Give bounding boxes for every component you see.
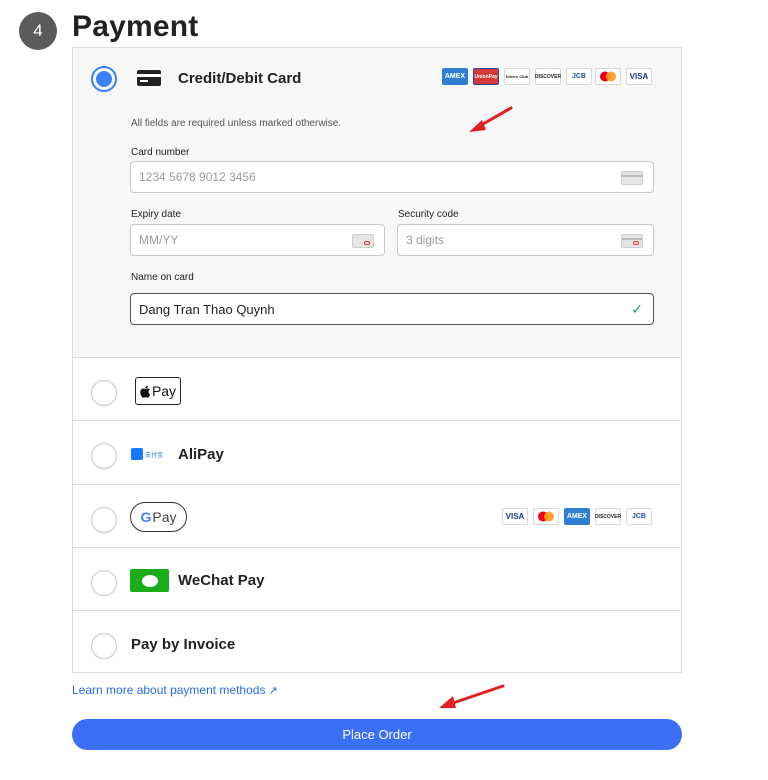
- wechat-pay-label: WeChat Pay: [178, 572, 265, 589]
- alipay-icon: [131, 448, 143, 460]
- security-code-card-icon: [621, 234, 643, 248]
- place-order-button[interactable]: Place Order: [72, 719, 682, 750]
- payment-methods-panel: Credit/Debit Card AMEX UnionPay Diners C…: [72, 47, 682, 673]
- alipay-label: AliPay: [178, 446, 224, 463]
- radio-pay-by-invoice[interactable]: [91, 633, 117, 659]
- expiry-date-label: Expiry date: [131, 209, 182, 220]
- radio-alipay[interactable]: [91, 443, 117, 469]
- security-code-input[interactable]: [398, 225, 653, 255]
- radio-credit-card[interactable]: [91, 66, 117, 92]
- learn-more-payment-methods-link[interactable]: Learn more about payment methods ↗: [72, 683, 278, 697]
- external-link-icon: ↗: [268, 685, 278, 697]
- step-number-badge: 4: [19, 12, 57, 50]
- security-code-label: Security code: [398, 209, 459, 220]
- credit-card-section: Credit/Debit Card AMEX UnionPay Diners C…: [73, 48, 681, 358]
- name-on-card-label: Name on card: [131, 272, 194, 283]
- alipay-logo: 支付宝: [131, 446, 167, 462]
- google-pay-text: Pay: [152, 509, 177, 525]
- divider: [73, 610, 681, 611]
- wechat-bubble-icon: [141, 574, 158, 587]
- credit-card-icon: [137, 70, 161, 86]
- divider: [73, 420, 681, 421]
- apple-pay-logo: Pay: [135, 377, 181, 405]
- visa-icon: VISA: [502, 508, 528, 525]
- card-number-field: [130, 161, 654, 193]
- alipay-logo-text: 支付宝: [145, 452, 164, 459]
- unionpay-icon: UnionPay: [473, 68, 499, 85]
- card-generic-icon: [621, 171, 643, 185]
- card-number-input[interactable]: [131, 162, 653, 192]
- credit-card-label: Credit/Debit Card: [178, 70, 302, 87]
- radio-wechat-pay[interactable]: [91, 570, 117, 596]
- mastercard-icon: [533, 508, 559, 525]
- divider: [73, 547, 681, 548]
- diners-club-icon: Diners Club: [504, 68, 530, 85]
- jcb-icon: JCB: [626, 508, 652, 525]
- learn-more-text: Learn more about payment methods: [72, 683, 266, 697]
- required-fields-note: All fields are required unless marked ot…: [131, 118, 342, 129]
- card-number-label: Card number: [131, 147, 190, 158]
- expiry-date-field: [130, 224, 385, 256]
- page-title: Payment: [72, 10, 199, 43]
- checkmark-icon: ✓: [631, 301, 643, 317]
- name-on-card-field: ✓: [130, 293, 654, 325]
- wechat-logo: [130, 569, 169, 592]
- expiry-date-input[interactable]: [131, 225, 384, 255]
- mastercard-icon: [595, 68, 621, 85]
- amex-icon: AMEX: [442, 68, 468, 85]
- apple-icon: [140, 385, 151, 398]
- security-code-field: [397, 224, 654, 256]
- radio-google-pay[interactable]: [91, 507, 117, 533]
- divider: [73, 484, 681, 485]
- discover-icon: DISCOVER: [535, 68, 561, 85]
- annotation-arrow-icon: [469, 106, 513, 132]
- discover-icon: DISCOVER: [595, 508, 621, 525]
- amex-icon: AMEX: [564, 508, 590, 525]
- pay-by-invoice-label: Pay by Invoice: [131, 636, 236, 653]
- apple-pay-text: Pay: [151, 383, 177, 399]
- expiry-card-icon: [352, 234, 374, 248]
- google-g-icon: G: [140, 509, 152, 525]
- google-pay-logo: G Pay: [130, 502, 187, 532]
- name-on-card-input[interactable]: [131, 294, 653, 324]
- radio-apple-pay[interactable]: [91, 380, 117, 406]
- annotation-arrow-icon: [439, 684, 505, 708]
- jcb-icon: JCB: [566, 68, 592, 85]
- visa-icon: VISA: [626, 68, 652, 85]
